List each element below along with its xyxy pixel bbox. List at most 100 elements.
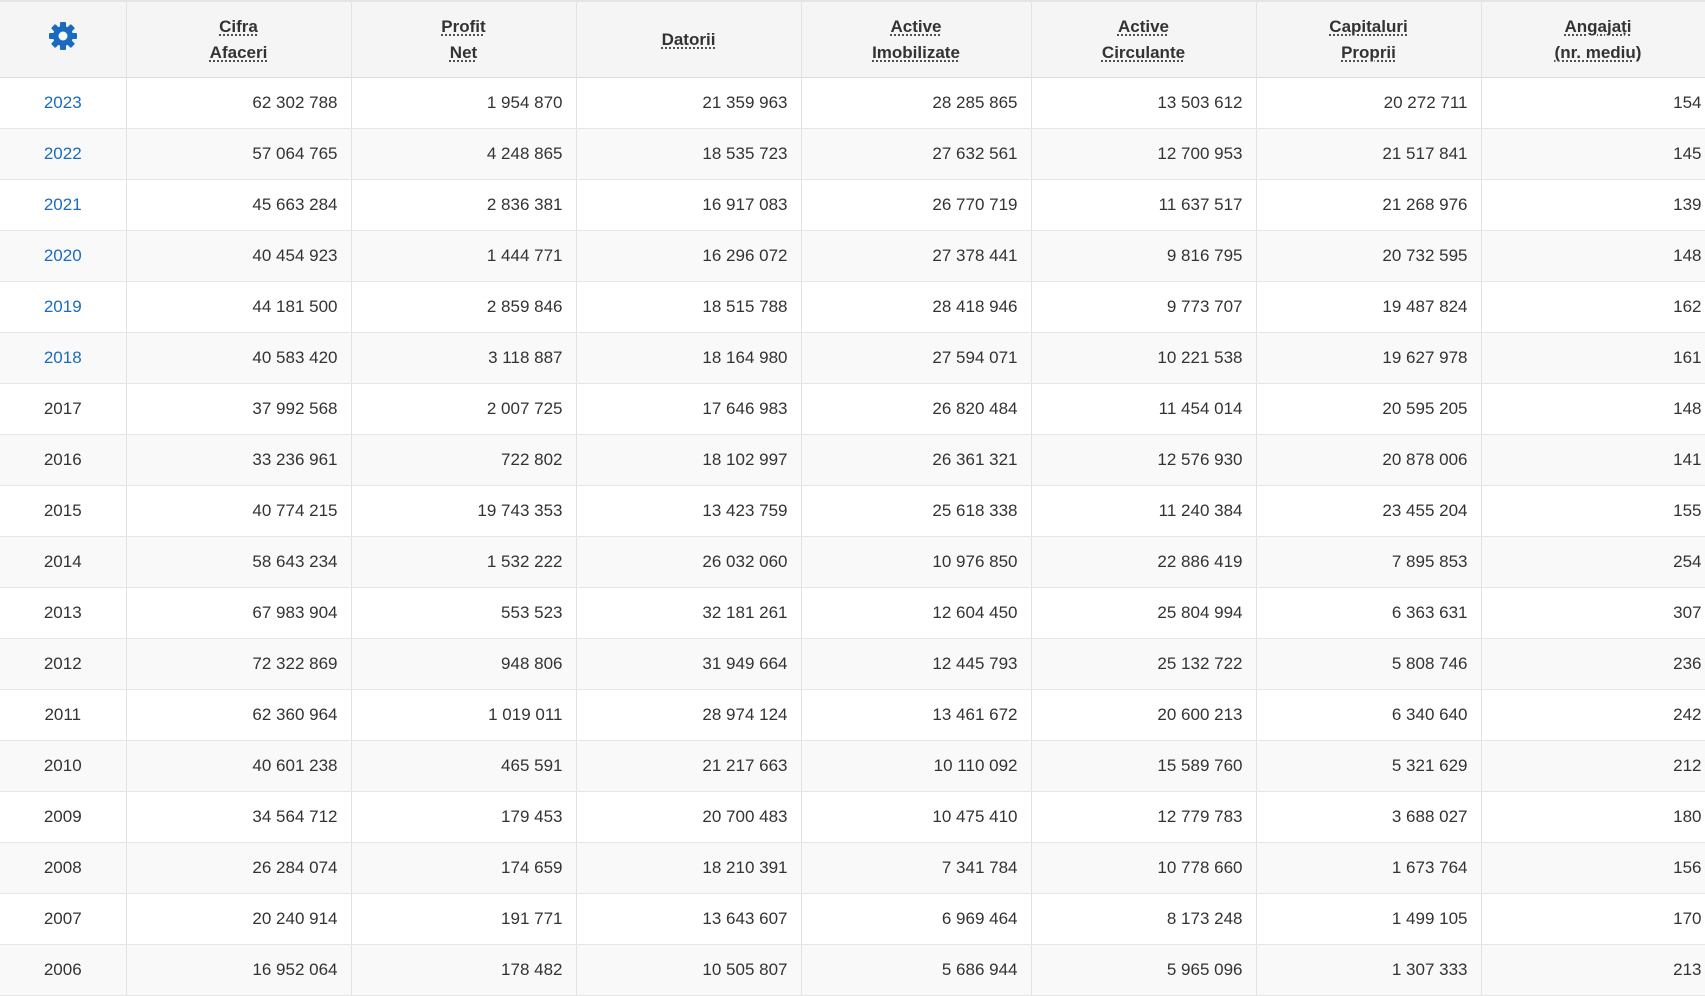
year-link[interactable]: 2022 — [44, 144, 82, 163]
value-cell: 2 007 725 — [351, 384, 576, 435]
value-cell: 179 453 — [351, 792, 576, 843]
year-link[interactable]: 2021 — [44, 195, 82, 214]
value-cell: 17 646 983 — [576, 384, 801, 435]
year-cell: 2022 — [0, 129, 126, 180]
column-header-line: Datorii — [587, 27, 791, 53]
value-cell: 26 770 719 — [801, 180, 1031, 231]
value-cell: 156 — [1481, 843, 1705, 894]
year-cell: 2007 — [0, 894, 126, 945]
year-label: 2012 — [44, 654, 82, 673]
value-cell: 11 454 014 — [1031, 384, 1256, 435]
value-cell: 20 700 483 — [576, 792, 801, 843]
value-cell: 5 965 096 — [1031, 945, 1256, 996]
value-cell: 242 — [1481, 690, 1705, 741]
value-cell: 40 583 420 — [126, 333, 351, 384]
value-cell: 236 — [1481, 639, 1705, 690]
value-cell: 9 773 707 — [1031, 282, 1256, 333]
value-cell: 32 181 261 — [576, 588, 801, 639]
gear-icon[interactable] — [47, 20, 79, 52]
column-header-line: Proprii — [1267, 40, 1471, 66]
value-cell: 37 992 568 — [126, 384, 351, 435]
table-row: 2020 40 454 923 1 444 771 16 296 072 27 378 … — [0, 231, 1705, 282]
value-cell: 465 591 — [351, 741, 576, 792]
value-cell: 27 594 071 — [801, 333, 1031, 384]
value-cell: 3 118 887 — [351, 333, 576, 384]
value-cell: 13 643 607 — [576, 894, 801, 945]
column-header-line: Afaceri — [137, 40, 341, 66]
value-cell: 18 515 788 — [576, 282, 801, 333]
value-cell: 155 — [1481, 486, 1705, 537]
value-cell: 27 632 561 — [801, 129, 1031, 180]
year-cell: 2021 — [0, 180, 126, 231]
year-cell: 2019 — [0, 282, 126, 333]
year-cell: 2012 — [0, 639, 126, 690]
value-cell: 72 322 869 — [126, 639, 351, 690]
table-row: 2014 58 643 234 1 532 222 26 032 060 10 976 … — [0, 537, 1705, 588]
column-header-line: Active — [812, 14, 1021, 40]
value-cell: 25 132 722 — [1031, 639, 1256, 690]
value-cell: 1 499 105 — [1256, 894, 1481, 945]
year-label: 2013 — [44, 603, 82, 622]
value-cell: 19 627 978 — [1256, 333, 1481, 384]
value-cell: 18 535 723 — [576, 129, 801, 180]
value-cell: 12 779 783 — [1031, 792, 1256, 843]
column-header-label[interactable]: Cifra Afaceri — [137, 14, 341, 66]
value-cell: 34 564 712 — [126, 792, 351, 843]
value-cell: 722 802 — [351, 435, 576, 486]
column-header: Active Imobilizate — [801, 1, 1031, 78]
value-cell: 139 — [1481, 180, 1705, 231]
value-cell: 174 659 — [351, 843, 576, 894]
value-cell: 21 268 976 — [1256, 180, 1481, 231]
value-cell: 19 487 824 — [1256, 282, 1481, 333]
table-row: 2009 34 564 712 179 453 20 700 483 10 475 41… — [0, 792, 1705, 843]
value-cell: 45 663 284 — [126, 180, 351, 231]
column-header-label[interactable]: Active Circulante — [1042, 14, 1246, 66]
table-header: Cifra Afaceri Profit Net Datorii Active Imobil… — [0, 1, 1705, 78]
value-cell: 28 974 124 — [576, 690, 801, 741]
table-row: 2022 57 064 765 4 248 865 18 535 723 27 632 … — [0, 129, 1705, 180]
value-cell: 6 340 640 — [1256, 690, 1481, 741]
year-link[interactable]: 2020 — [44, 246, 82, 265]
column-header-label[interactable]: Profit Net — [362, 14, 566, 66]
column-header-line: Profit — [362, 14, 566, 40]
value-cell: 12 604 450 — [801, 588, 1031, 639]
value-cell: 2 836 381 — [351, 180, 576, 231]
value-cell: 170 — [1481, 894, 1705, 945]
year-link[interactable]: 2019 — [44, 297, 82, 316]
year-cell: 2015 — [0, 486, 126, 537]
value-cell: 162 — [1481, 282, 1705, 333]
value-cell: 145 — [1481, 129, 1705, 180]
table-row: 2023 62 302 788 1 954 870 21 359 963 28 285 … — [0, 78, 1705, 129]
year-cell: 2016 — [0, 435, 126, 486]
value-cell: 10 110 092 — [801, 741, 1031, 792]
column-header-label[interactable]: Capitaluri Proprii — [1267, 14, 1471, 66]
value-cell: 10 475 410 — [801, 792, 1031, 843]
year-label: 2011 — [44, 705, 81, 724]
year-link[interactable]: 2023 — [44, 93, 82, 112]
value-cell: 21 359 963 — [576, 78, 801, 129]
value-cell: 20 240 914 — [126, 894, 351, 945]
column-header: Datorii — [576, 1, 801, 78]
value-cell: 1 307 333 — [1256, 945, 1481, 996]
value-cell: 10 221 538 — [1031, 333, 1256, 384]
year-cell: 2008 — [0, 843, 126, 894]
column-header-label[interactable]: Angajați (nr. mediu) — [1492, 14, 1705, 66]
value-cell: 1 954 870 — [351, 78, 576, 129]
value-cell: 5 686 944 — [801, 945, 1031, 996]
value-cell: 148 — [1481, 384, 1705, 435]
value-cell: 3 688 027 — [1256, 792, 1481, 843]
table-row: 2008 26 284 074 174 659 18 210 391 7 341 784… — [0, 843, 1705, 894]
value-cell: 12 445 793 — [801, 639, 1031, 690]
value-cell: 1 444 771 — [351, 231, 576, 282]
year-cell: 2017 — [0, 384, 126, 435]
value-cell: 5 808 746 — [1256, 639, 1481, 690]
value-cell: 21 217 663 — [576, 741, 801, 792]
column-header-label[interactable]: Datorii — [587, 27, 791, 53]
value-cell: 180 — [1481, 792, 1705, 843]
year-link[interactable]: 2018 — [44, 348, 82, 367]
value-cell: 7 341 784 — [801, 843, 1031, 894]
table-row: 2013 67 983 904 553 523 32 181 261 12 604 45… — [0, 588, 1705, 639]
value-cell: 26 032 060 — [576, 537, 801, 588]
column-header-label[interactable]: Active Imobilizate — [812, 14, 1021, 66]
value-cell: 26 820 484 — [801, 384, 1031, 435]
